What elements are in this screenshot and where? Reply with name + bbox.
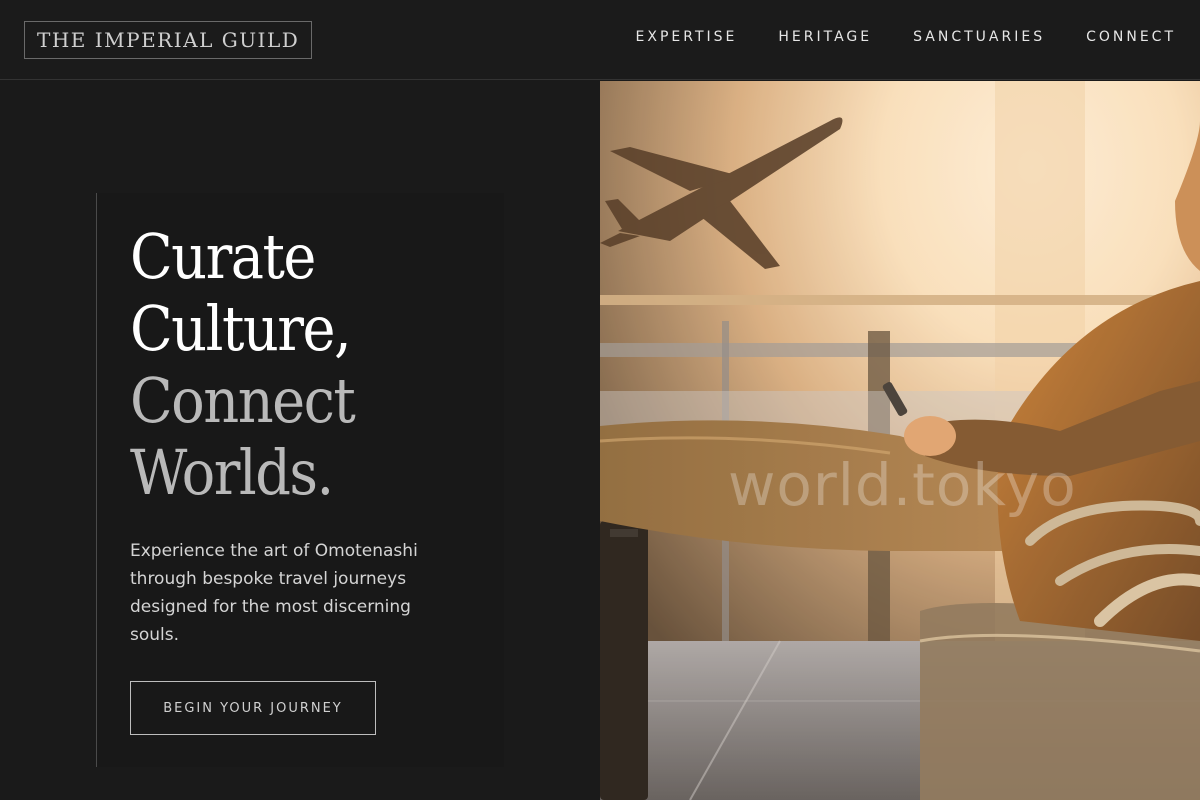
hero-photo: world.tokyo: [600, 81, 1200, 800]
hero-text-panel: Curate Culture, Connect Worlds. Experien…: [0, 81, 600, 800]
airport-traveler-photo: [600, 81, 1200, 800]
photo-watermark: world.tokyo: [728, 451, 1077, 519]
brand-logo[interactable]: THE IMPERIAL GUILD: [24, 21, 313, 59]
nav-link-heritage[interactable]: HERITAGE: [778, 29, 872, 45]
headline-line-1: Curate: [130, 220, 316, 293]
headline-line-4: Worlds.: [130, 436, 334, 509]
hero-subtext: Experience the art of Omotenashi through…: [130, 541, 418, 645]
nav-link-connect[interactable]: CONNECT: [1086, 29, 1176, 45]
main-nav: EXPERTISE HERITAGE SANCTUARIES CONNECT: [636, 29, 1176, 45]
nav-link-expertise[interactable]: EXPERTISE: [636, 29, 738, 45]
site-header: THE IMPERIAL GUILD EXPERTISE HERITAGE SA…: [0, 0, 1200, 80]
hero-card: Curate Culture, Connect Worlds. Experien…: [96, 193, 504, 767]
hero-headline: Curate Culture, Connect Worlds.: [130, 220, 356, 509]
nav-link-sanctuaries[interactable]: SANCTUARIES: [913, 29, 1045, 45]
begin-journey-button[interactable]: BEGIN YOUR JOURNEY: [130, 681, 376, 735]
headline-line-2: Culture,: [130, 292, 352, 365]
headline-line-3: Connect: [130, 364, 356, 437]
